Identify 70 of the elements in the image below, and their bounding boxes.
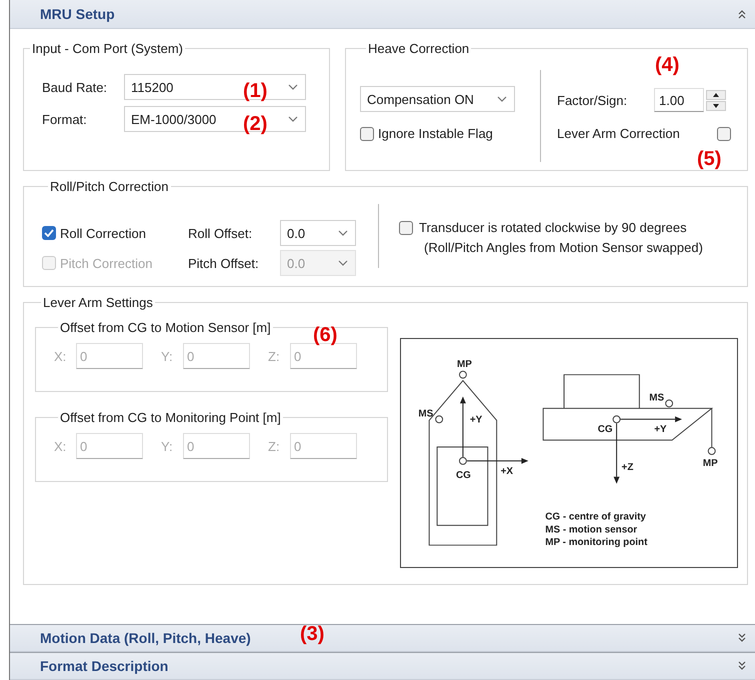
chevron-down-icon [338,260,348,266]
diagram-label: +Z [622,462,634,473]
expand-icon[interactable] [737,633,747,643]
checkbox-label: Roll Correction [60,226,146,240]
group-title: Roll/Pitch Correction [49,179,170,194]
field-label: Y: [161,438,174,454]
point-marker [458,456,467,465]
field-label: Y: [161,348,174,364]
callout-number: (3) [300,623,324,646]
checkbox[interactable] [399,220,413,234]
diagram-label: +Y [470,414,482,426]
group-title: Input - Com Port (System) [31,41,184,56]
expand-icon[interactable] [737,661,747,671]
chevron-down-icon [288,116,298,122]
chevron-down-icon [288,84,298,90]
group-title: Heave Correction [367,41,470,56]
field-label: X: [54,348,68,364]
diagram-label: CG [456,470,471,481]
checkbox[interactable] [42,226,56,240]
triangle-down-icon [713,104,719,108]
checkbox[interactable] [360,126,374,140]
diagram-label: MP [456,358,472,370]
chevron-down-icon [497,96,507,102]
collapse-icon[interactable] [737,9,747,19]
field-label: Z: [268,438,281,454]
legend-text: CG - centre of gravity [545,511,646,522]
chevron-down-icon [338,230,348,236]
group-title: Lever Arm Settings [42,295,154,310]
legend-text: MP - monitoring point [545,537,648,548]
dropdown[interactable]: Compensation ON [360,86,515,112]
point-marker [665,399,674,408]
field-label: Factor/Sign: [557,92,628,108]
legend-text: MS - motion sensor [545,524,638,536]
point-marker [612,415,621,424]
checkbox-label: Transducer is rotated clockwise by 90 degrees [419,220,687,235]
field-label: Roll Offset: [188,226,254,240]
field-label: X: [54,438,68,454]
field-label: Baud Rate: [42,80,108,94]
group-title: Offset from CG to Monitoring Point [m] [59,410,282,425]
panel-title: Format Description [40,658,168,674]
spin-up-button[interactable] [706,90,726,100]
point-marker [708,447,716,455]
checkbox-label: Pitch Correction [60,256,152,270]
point-marker [435,415,444,424]
dropdown[interactable]: 0.0 [280,220,356,246]
diagram-label: MS [649,392,664,404]
diagram-label: +Y [654,424,667,436]
spin-down-button[interactable] [706,100,726,110]
triangle-up-icon [713,92,719,96]
panel-header[interactable]: Format Description [10,652,755,680]
diagram-label: MS [418,408,434,420]
callout-number: (1) [243,80,268,103]
checkbox[interactable] [717,126,731,140]
note-text: (Roll/Pitch Angles from Motion Sensor swapped) [423,240,703,255]
field-label: Pitch Offset: [188,256,260,270]
panel-header[interactable]: MRU Setup [10,0,755,29]
callout-number: (5) [697,148,722,171]
group-title: Offset from CG to Motion Sensor [m] [59,320,272,335]
diagram-label: CG [598,424,613,436]
callout-number: (4) [655,54,680,77]
number-field[interactable]: 1.00 [654,88,704,112]
point-marker [458,370,467,379]
panel-title: Motion Data (Roll, Pitch, Heave) [40,630,251,646]
panel-title: MRU Setup [40,6,115,22]
field-label: Format: [42,112,88,126]
diagram-label: +X [500,466,513,477]
diagram-label: MP [702,458,718,469]
checkbox-label: Lever Arm Correction [557,126,681,141]
field-label: Z: [268,348,281,364]
checkbox-label: Ignore Instable Flag [378,126,493,141]
